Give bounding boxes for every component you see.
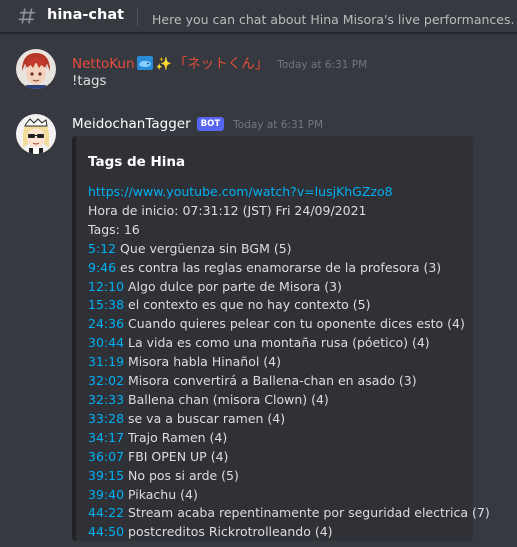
header-divider [137, 8, 138, 26]
author-line: NettoKun ✨ 「ネットくん」 Today at 6:31 PM [72, 52, 367, 72]
tag-text: Stream acaba repentinamente por segurida… [124, 505, 490, 521]
tag-row: 9:46 es contra las reglas enamorarse de … [88, 259, 473, 278]
tag-text: se va a buscar ramen (4) [124, 410, 286, 426]
whale-emoji-icon [136, 55, 153, 70]
video-link[interactable]: https://www.youtube.com/watch?v=lusjKhGZ… [88, 184, 393, 199]
sparkles-emoji-icon: ✨ [155, 57, 172, 72]
timestamp-link[interactable]: 32:33 [88, 392, 124, 407]
timestamp-link[interactable]: 9:46 [88, 260, 116, 275]
text-channel-hash-icon [18, 8, 36, 24]
tag-row: 34:17 Trajo Ramen (4) [88, 429, 473, 448]
tag-text: Cuando quieres pelear con tu oponente di… [124, 316, 465, 332]
avatar[interactable] [16, 49, 56, 89]
timestamp-link[interactable]: 5:12 [88, 241, 116, 256]
tag-row: 39:15 No pos si arde (5) [88, 467, 473, 486]
user-avatar-icon [16, 49, 56, 89]
tag-text: Trajo Ramen (4) [124, 429, 228, 445]
tag-text: FBI OPEN UP (4) [124, 448, 229, 464]
tag-row: 24:36 Cuando quieres pelear con tu opone… [88, 315, 473, 334]
tag-text: el contexto es que no hay contexto (5) [124, 297, 371, 313]
tag-text: Que vergüenza sin BGM (5) [116, 240, 292, 256]
tag-row: 33:28 se va a buscar ramen (4) [88, 410, 473, 429]
tag-count: Tags: 16 [88, 221, 140, 237]
tag-row: 36:07 FBI OPEN UP (4) [88, 448, 473, 467]
timestamp-link[interactable]: 30:44 [88, 335, 124, 350]
tag-row: 32:02 Misora convertirá a Ballena-chan e… [88, 372, 473, 391]
timestamp-link[interactable]: 12:10 [88, 279, 124, 294]
timestamp-link[interactable]: 39:40 [88, 487, 124, 502]
bot-badge: BOT [196, 117, 225, 131]
tag-row: 32:33 Ballena chan (misora Clown) (4) [88, 391, 473, 410]
tag-text: postcreditos Rickrotrolleando (4) [124, 524, 333, 540]
tag-text: No pos si arde (5) [124, 467, 239, 483]
timestamp-link[interactable]: 15:38 [88, 297, 124, 312]
timestamp[interactable]: Today at 6:31 PM [233, 119, 323, 131]
tag-text: La vida es como una montaña rusa (póetic… [124, 335, 430, 351]
channel-header: hina-chat Here you can chat about Hina M… [0, 0, 517, 33]
timestamp-link[interactable]: 24:36 [88, 316, 124, 331]
bot-avatar-icon [16, 114, 56, 154]
tag-row: 15:38 el contexto es que no hay contexto… [88, 296, 473, 315]
embed-body: https://www.youtube.com/watch?v=lusjKhGZ… [88, 183, 490, 543]
timestamp-link[interactable]: 32:02 [88, 373, 124, 388]
timestamp-link[interactable]: 33:28 [88, 411, 124, 426]
tag-list: 5:12 Que vergüenza sin BGM (5) 9:46 es co… [88, 240, 490, 543]
avatar[interactable] [16, 114, 56, 154]
tag-text: Algo dulce por parte de Misora (3) [124, 278, 342, 294]
timestamp-link[interactable]: 36:07 [88, 449, 124, 464]
tag-text: Misora habla Hinañol (4) [124, 354, 281, 370]
tag-row: 44:50 postcreditos Rickrotrolleando (4) [88, 523, 473, 542]
start-time: Hora de inicio: 07:31:12 (JST) Fri 24/09… [88, 202, 367, 218]
author-suffix: 「ネットくん」 [173, 56, 269, 72]
timestamp-link[interactable]: 44:50 [88, 524, 124, 539]
channel-name[interactable]: hina-chat [47, 7, 124, 23]
tag-text: Pikachu (4) [124, 486, 198, 502]
embed-title: Tags de Hina [88, 154, 186, 170]
timestamp-link[interactable]: 31:19 [88, 354, 124, 369]
tag-row: 39:40 Pikachu (4) [88, 486, 473, 505]
timestamp-link[interactable]: 44:22 [88, 505, 124, 520]
tag-row: 12:10 Algo dulce por parte de Misora (3) [88, 278, 473, 297]
tag-text: es contra las reglas enamorarse de la pr… [116, 259, 442, 275]
timestamp[interactable]: Today at 6:31 PM [277, 59, 367, 71]
timestamp-link[interactable]: 39:15 [88, 468, 124, 483]
tag-text: Ballena chan (misora Clown) (4) [124, 391, 329, 407]
author-name[interactable]: NettoKun [72, 56, 135, 72]
tag-text: Misora convertirá a Ballena-chan en asad… [124, 373, 417, 389]
embed-card: Tags de Hina https://www.youtube.com/wat… [72, 136, 490, 543]
tag-row: 31:19 Misora habla Hinañol (4) [88, 353, 473, 372]
tag-row: 44:22 Stream acaba repentinamente por se… [88, 504, 490, 523]
timestamp-link[interactable]: 34:17 [88, 430, 124, 445]
author-name[interactable]: MeidochanTagger [72, 116, 191, 132]
tag-row: 5:12 Que vergüenza sin BGM (5) [88, 240, 473, 259]
author-line: MeidochanTagger BOT Today at 6:31 PM [72, 116, 323, 133]
message-text: !tags [72, 73, 107, 89]
tag-row: 30:44 La vida es como una montaña rusa (… [88, 334, 473, 353]
channel-topic[interactable]: Here you can chat about Hina Misora's li… [152, 9, 517, 28]
